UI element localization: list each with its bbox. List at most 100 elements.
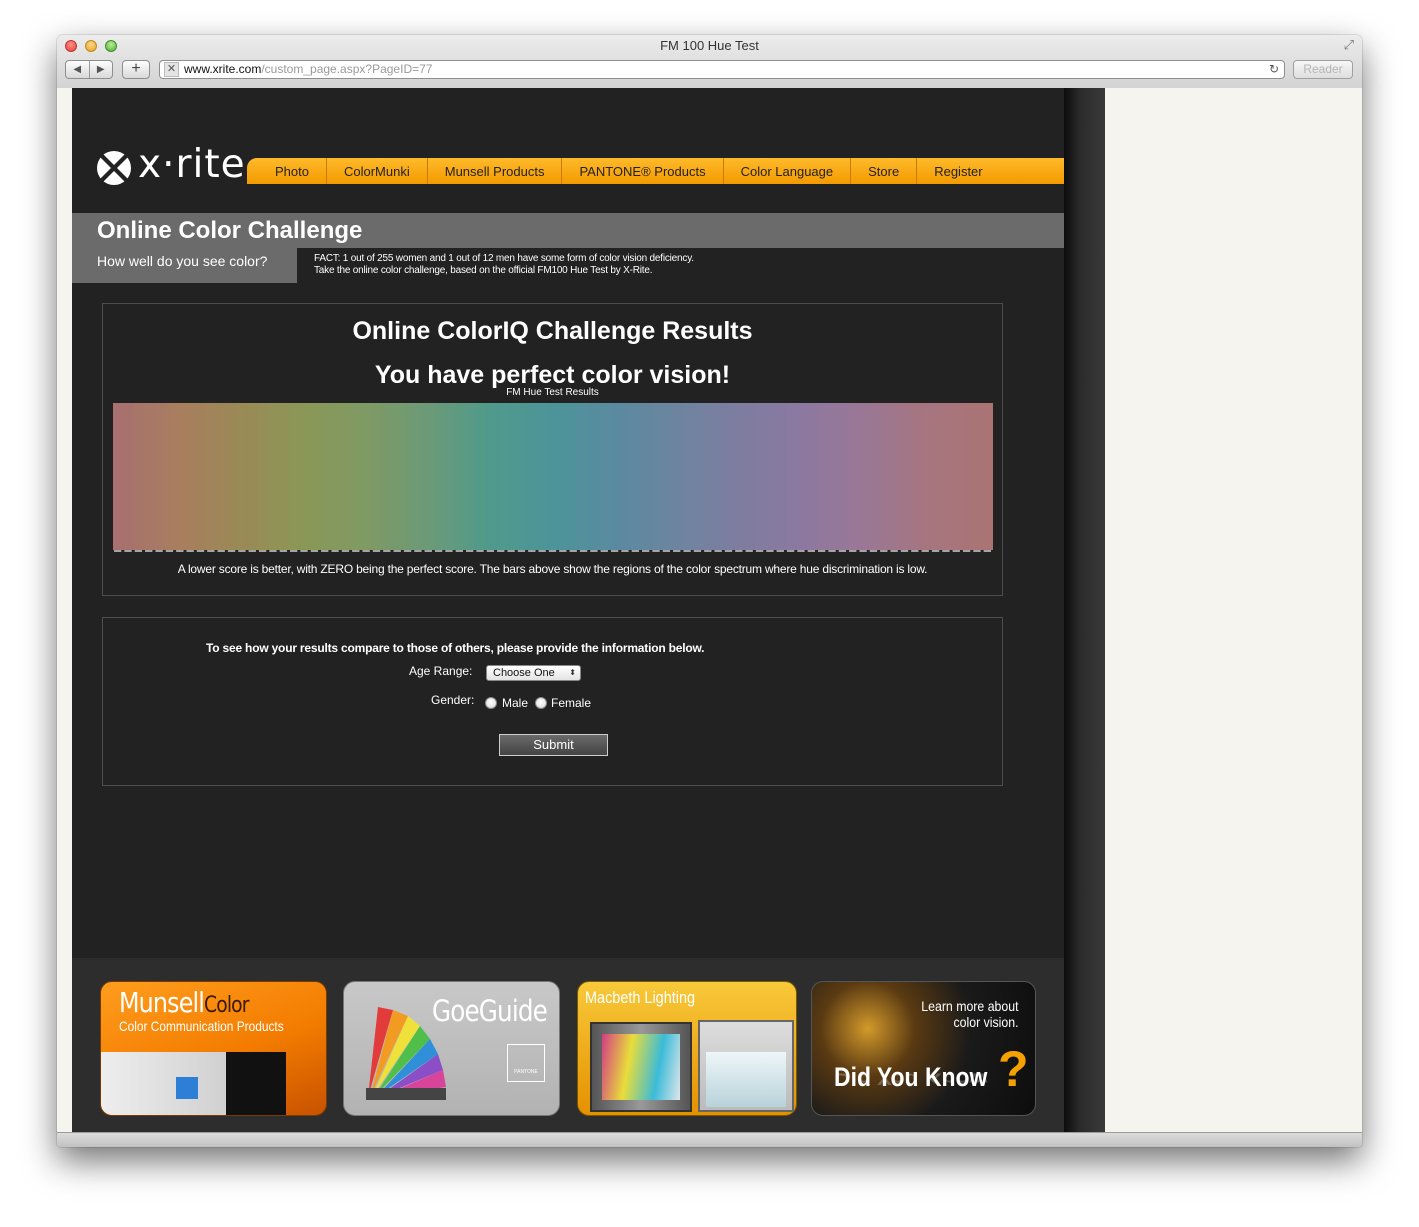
spectrum-band <box>930 403 942 550</box>
submit-button[interactable]: Submit <box>499 734 608 756</box>
spectrum-band <box>496 403 508 550</box>
spectrum-band <box>226 403 238 550</box>
spectrum-band <box>257 403 269 550</box>
spectrum-band <box>837 403 849 550</box>
nav-item-photo[interactable]: Photo <box>247 158 327 184</box>
spectrum-band <box>558 403 570 550</box>
address-bar[interactable]: ✕ www.xrite.com/custom_page.aspx?PageID=… <box>159 60 1285 79</box>
spectrum-band <box>433 403 445 550</box>
promo-macbeth-lighting[interactable]: Macbeth Lighting <box>577 981 797 1116</box>
spectrum-band <box>382 403 394 550</box>
nav-item-color-language[interactable]: Color Language <box>724 158 852 184</box>
spectrum-band <box>692 403 704 550</box>
fact-text: FACT: 1 out of 255 women and 1 out of 12… <box>314 253 694 277</box>
spectrum-band <box>920 403 932 550</box>
spectrum-band <box>475 403 487 550</box>
spectrum-band <box>630 403 642 550</box>
spectrum-band <box>392 403 404 550</box>
spectrum-band <box>765 403 777 550</box>
age-range-select[interactable]: Choose One ⬍ <box>486 665 581 681</box>
spectrum-band <box>527 403 539 550</box>
munsell-subtitle: Color Communication Products <box>119 1018 284 1034</box>
nav-item-register[interactable]: Register <box>917 158 999 184</box>
gender-label: Gender: <box>431 693 475 707</box>
gender-male-radio[interactable] <box>485 697 497 709</box>
question-mark-icon: ? <box>998 1041 1029 1097</box>
spectrum-band <box>206 403 218 550</box>
spectrum-band <box>858 403 870 550</box>
reload-icon[interactable]: ↻ <box>1269 61 1279 78</box>
title-band: Online Color Challenge <box>72 213 1064 248</box>
goeguide-logo-text: GoeGuide <box>432 994 548 1028</box>
page-title: Online Color Challenge <box>97 217 363 244</box>
forward-icon[interactable]: ▶ <box>90 61 113 78</box>
main-nav: Photo ColorMunki Munsell Products PANTON… <box>247 158 1064 184</box>
browser-titlebar: FM 100 Hue Test ⤢ ◀ ▶ + ✕ www.xrite.com/… <box>57 35 1362 89</box>
compare-form: To see how your results compare to those… <box>102 617 1003 786</box>
spectrum-band <box>806 403 818 550</box>
back-icon[interactable]: ◀ <box>66 61 90 78</box>
spectrum-band <box>454 403 466 550</box>
spectrum-band <box>713 403 725 550</box>
promo-munsell[interactable]: MunsellColor Color Communication Product… <box>100 981 327 1116</box>
spectrum-band <box>868 403 880 550</box>
spectrum-band <box>216 403 228 550</box>
spectrum-band <box>299 403 311 550</box>
spectrum-band <box>941 403 953 550</box>
spectrum-band <box>506 403 518 550</box>
spectrum-band <box>133 403 145 550</box>
spectrum-band <box>175 403 187 550</box>
did-you-know-line-1: Learn more about <box>921 998 1019 1014</box>
spectrum-band <box>589 403 601 550</box>
spectrum-band <box>682 403 694 550</box>
promo-goeguide[interactable]: GoeGuide PANTONE <box>343 981 560 1116</box>
spectrum-band <box>320 403 332 550</box>
munsell-logo-text: MunsellColor <box>119 986 249 1019</box>
browser-window: FM 100 Hue Test ⤢ ◀ ▶ + ✕ www.xrite.com/… <box>57 35 1362 1147</box>
fullscreen-icon[interactable]: ⤢ <box>1344 37 1354 53</box>
macbeth-title: Macbeth Lighting <box>585 988 696 1007</box>
spectrum-band <box>568 403 580 550</box>
light-booth-image <box>590 1022 692 1112</box>
results-message: You have perfect color vision! <box>374 361 731 389</box>
nav-item-colormunki[interactable]: ColorMunki <box>327 158 428 184</box>
spectrum-band <box>848 403 860 550</box>
did-you-know-caption: Learn more about color vision. <box>922 998 1019 1030</box>
promo-did-you-know[interactable]: Learn more about color vision. Did You K… <box>811 981 1036 1116</box>
pantone-logo: PANTONE <box>507 1044 545 1082</box>
page-viewport: x·rite Photo ColorMunki Munsell Products… <box>57 88 1362 1132</box>
spectrum-band <box>516 403 528 550</box>
spectrum-band <box>578 403 590 550</box>
results-panel: Online ColorIQ Challenge Results You hav… <box>102 303 1003 596</box>
spectrum-band <box>361 403 373 550</box>
spectrum-band <box>754 403 766 550</box>
nav-item-munsell-products[interactable]: Munsell Products <box>428 158 563 184</box>
nav-item-pantone-products[interactable]: PANTONE® Products <box>562 158 724 184</box>
gender-female-radio[interactable] <box>535 697 547 709</box>
nav-item-store[interactable]: Store <box>851 158 918 184</box>
spectrum-band <box>247 403 259 550</box>
spectrum-band <box>289 403 300 550</box>
did-you-know-line-2: color vision. <box>953 1014 1019 1030</box>
munsell-word: Munsell <box>119 986 205 1019</box>
spectrum-band <box>899 403 911 550</box>
spectrum-band <box>547 403 559 550</box>
spectrum-band <box>796 403 808 550</box>
spectrum-band <box>340 403 352 550</box>
spectrum-band <box>723 403 735 550</box>
new-tab-button[interactable]: + <box>122 60 150 79</box>
spectrum-band <box>330 403 342 550</box>
spectrum-band <box>113 403 124 550</box>
munsell-color-word: Color <box>204 993 249 1018</box>
spectrum-band <box>744 403 756 550</box>
chart-title: FM Hue Test Results <box>506 387 599 398</box>
spectrum-band <box>371 403 383 550</box>
url-path: /custom_page.aspx?PageID=77 <box>261 62 433 76</box>
light-booth-2-image <box>698 1020 794 1112</box>
reader-button[interactable]: Reader <box>1293 60 1353 79</box>
gender-female-label[interactable]: Female <box>551 696 591 710</box>
gender-male-label[interactable]: Male <box>502 696 528 710</box>
spectrum-band <box>154 403 166 550</box>
spectrum-band <box>185 403 197 550</box>
spectrum-band <box>268 403 280 550</box>
